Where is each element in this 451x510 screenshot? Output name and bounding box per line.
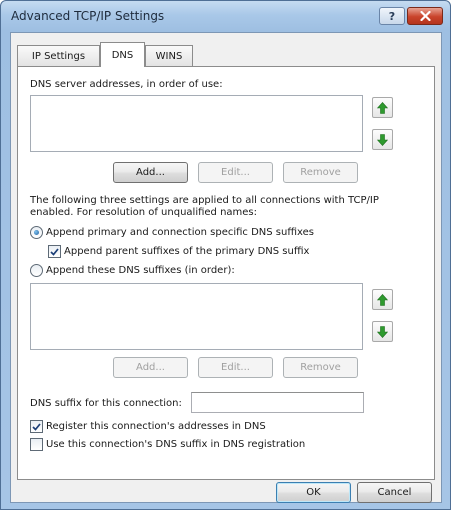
add-server-button[interactable]: Add... — [113, 162, 188, 183]
register-addresses-checkbox[interactable] — [30, 420, 43, 433]
remove-suffix-button[interactable]: Remove — [283, 357, 358, 378]
append-parent-label: Append parent suffixes of the primary DN… — [64, 246, 310, 257]
checkmark-icon — [32, 422, 41, 431]
arrow-up-icon — [377, 101, 388, 114]
remove-server-button[interactable]: Remove — [283, 162, 358, 183]
connection-suffix-label: DNS suffix for this connection: — [30, 398, 182, 409]
title-bar[interactable]: Advanced TCP/IP Settings ? — [1, 1, 450, 31]
connection-suffix-field[interactable] — [191, 392, 364, 413]
arrow-down-icon — [377, 325, 388, 338]
tab-wins[interactable]: WINS — [145, 45, 193, 66]
append-these-radio[interactable] — [30, 264, 43, 277]
dns-server-list[interactable] — [30, 95, 363, 152]
close-button[interactable] — [407, 7, 443, 25]
tab-dns[interactable]: DNS — [100, 42, 145, 67]
dialog-body: IP Settings DNS WINS DNS server addresse… — [10, 32, 442, 503]
move-suffix-up-button[interactable] — [372, 289, 393, 310]
resolution-description-cont: enabled. For resolution of unqualified n… — [30, 207, 258, 218]
arrow-down-icon — [377, 133, 388, 146]
checkmark-icon — [50, 247, 59, 256]
use-suffix-registration-checkbox[interactable] — [30, 438, 43, 451]
dns-tab-panel: DNS server addresses, in order of use: A… — [17, 66, 435, 480]
help-button[interactable]: ? — [379, 7, 405, 25]
tab-label: DNS — [111, 49, 134, 61]
tab-ip-settings[interactable]: IP Settings — [17, 45, 100, 66]
resolution-description: The following three settings are applied… — [30, 195, 379, 206]
advanced-tcpip-settings-dialog: Advanced TCP/IP Settings ? IP Settings D… — [0, 0, 451, 510]
dns-suffix-list[interactable] — [30, 283, 363, 350]
use-suffix-registration-label: Use this connection's DNS suffix in DNS … — [46, 439, 306, 450]
dns-servers-label: DNS server addresses, in order of use: — [30, 79, 223, 90]
add-suffix-button[interactable]: Add... — [113, 357, 188, 378]
move-server-down-button[interactable] — [372, 129, 393, 150]
arrow-up-icon — [377, 293, 388, 306]
edit-server-button[interactable]: Edit... — [198, 162, 273, 183]
help-icon: ? — [388, 9, 396, 23]
append-primary-radio[interactable] — [30, 226, 43, 239]
ok-button[interactable]: OK — [276, 482, 351, 503]
tab-label: IP Settings — [31, 50, 86, 62]
append-these-label: Append these DNS suffixes (in order): — [46, 265, 235, 276]
tab-label: WINS — [155, 50, 183, 62]
window-title: Advanced TCP/IP Settings — [11, 9, 165, 23]
move-suffix-down-button[interactable] — [372, 321, 393, 342]
move-server-up-button[interactable] — [372, 97, 393, 118]
cancel-button[interactable]: Cancel — [357, 482, 432, 503]
register-addresses-label: Register this connection's addresses in … — [46, 421, 266, 432]
append-primary-label: Append primary and connection specific D… — [46, 227, 314, 238]
append-parent-checkbox[interactable] — [48, 245, 61, 258]
edit-suffix-button[interactable]: Edit... — [198, 357, 273, 378]
close-icon — [419, 11, 431, 21]
